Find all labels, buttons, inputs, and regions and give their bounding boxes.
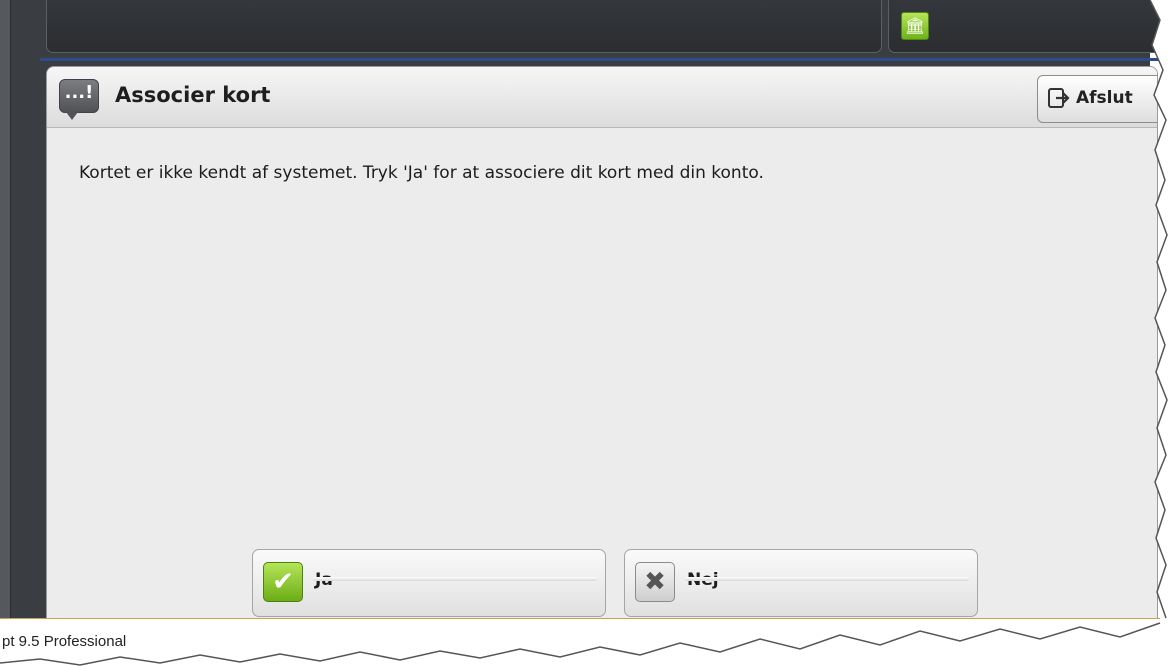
torn-edge xyxy=(1149,0,1173,619)
status-strip: pt 9.5 Professional xyxy=(0,618,1173,666)
torn-bottom-edge xyxy=(0,619,1173,666)
